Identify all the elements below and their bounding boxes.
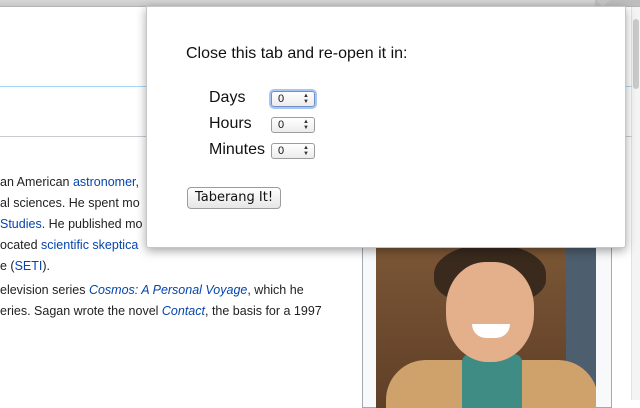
minutes-stepper[interactable]: 0 ▲ ▼ [271,143,315,159]
link-cosmos[interactable]: Cosmos: A Personal Voyage [89,283,247,297]
article-text: . He published mo [41,217,143,231]
article-text: an American [0,175,73,189]
hours-stepper[interactable]: 0 ▲ ▼ [271,117,315,133]
link-studies[interactable]: Studies [0,217,42,231]
link-contact[interactable]: Contact [162,304,205,318]
days-label: Days [209,89,246,106]
up-down-arrows-icon: ▲ ▼ [303,93,309,105]
article-text: eries. Sagan wrote the novel [0,304,162,318]
days-stepper[interactable]: 0 ▲ ▼ [271,91,315,107]
scrollbar-thumb[interactable] [633,19,639,89]
taberang-button[interactable]: Taberang It! [187,187,281,209]
article-line: elevision series Cosmos: A Personal Voya… [0,280,370,301]
link-astronomer[interactable]: astronomer [73,175,136,189]
article-text: , the basis for a 1997 [205,304,322,318]
photo-face [446,262,534,362]
link-seti[interactable]: SETI [15,259,43,273]
portrait-photo[interactable] [376,248,596,408]
article-text: al sciences. He spent mo [0,196,140,210]
days-value: 0 [278,93,285,105]
hours-label: Hours [209,115,252,132]
page-scrollbar[interactable] [631,7,640,400]
article-text: , which he [247,283,304,297]
article-line: eries. Sagan wrote the novel Contact, th… [0,301,370,322]
extension-popup: Close this tab and re-open it in: Days 0… [146,6,626,248]
article-text: ). [42,259,51,273]
hours-value: 0 [278,119,285,131]
article-text: e ( [0,259,15,273]
article-text: ocated [0,238,42,252]
up-down-arrows-icon: ▲ ▼ [303,119,309,131]
minutes-value: 0 [278,145,285,157]
article-line: e (SETI). [0,256,370,277]
minutes-label: Minutes [209,141,266,158]
link-scientific-skepticism[interactable]: scientific skeptica [41,238,138,252]
article-text: , [135,175,139,189]
article-text: elevision series [0,283,89,297]
popup-title: Close this tab and re-open it in: [186,45,408,62]
up-down-arrows-icon: ▲ ▼ [303,145,309,157]
